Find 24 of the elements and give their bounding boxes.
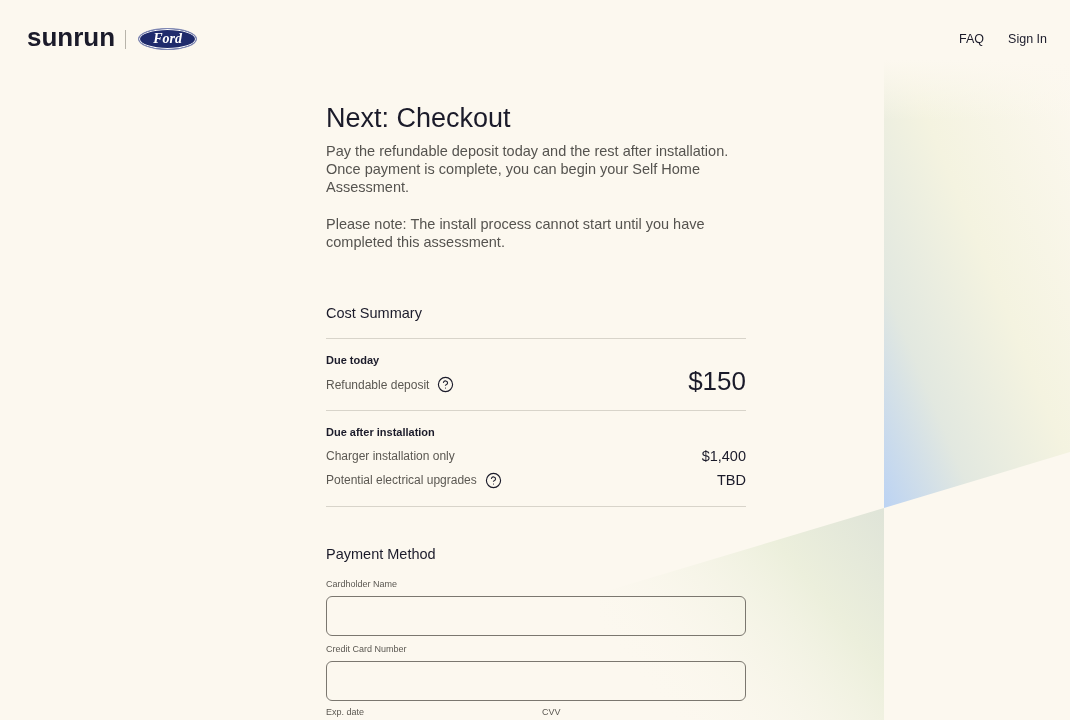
section-subheading: Due today [326,353,380,368]
section-heading: Cost Summary [326,304,422,323]
intro-text: Pay the refundable deposit today and the rest after installation. Once payment is complete, you can begin your Self Home Assessment. [326,142,730,196]
section-heading: Payment Method [326,545,436,564]
amount-text: TBD [717,472,746,488]
field-label: Exp. date [326,707,365,718]
input-field[interactable] [326,661,746,701]
amount-text: $150 [688,369,746,393]
nav-link[interactable]: FAQ [959,32,985,46]
cost-label: Charger installation only [326,448,455,464]
cost-label: Refundable deposit [326,376,430,393]
help-icon[interactable] [484,471,502,489]
intro-text: Please note: The install process cannot start until you have completed this assessment. [326,215,706,251]
section-subheading: Due after installation [326,425,435,440]
field-label: Credit Card Number [326,644,407,655]
help-icon[interactable] [437,376,455,393]
nav-link[interactable]: Sign In [1008,32,1047,46]
amount-text: $1,400 [701,448,746,464]
cost-label: Potential electrical upgrades [326,472,477,488]
input-field[interactable] [326,596,746,636]
field-label: CVV [542,707,561,718]
brand-logo[interactable]: sunrun [27,25,116,53]
field-label: Cardholder Name [326,579,398,590]
page-title: Next: Checkout [326,102,511,135]
